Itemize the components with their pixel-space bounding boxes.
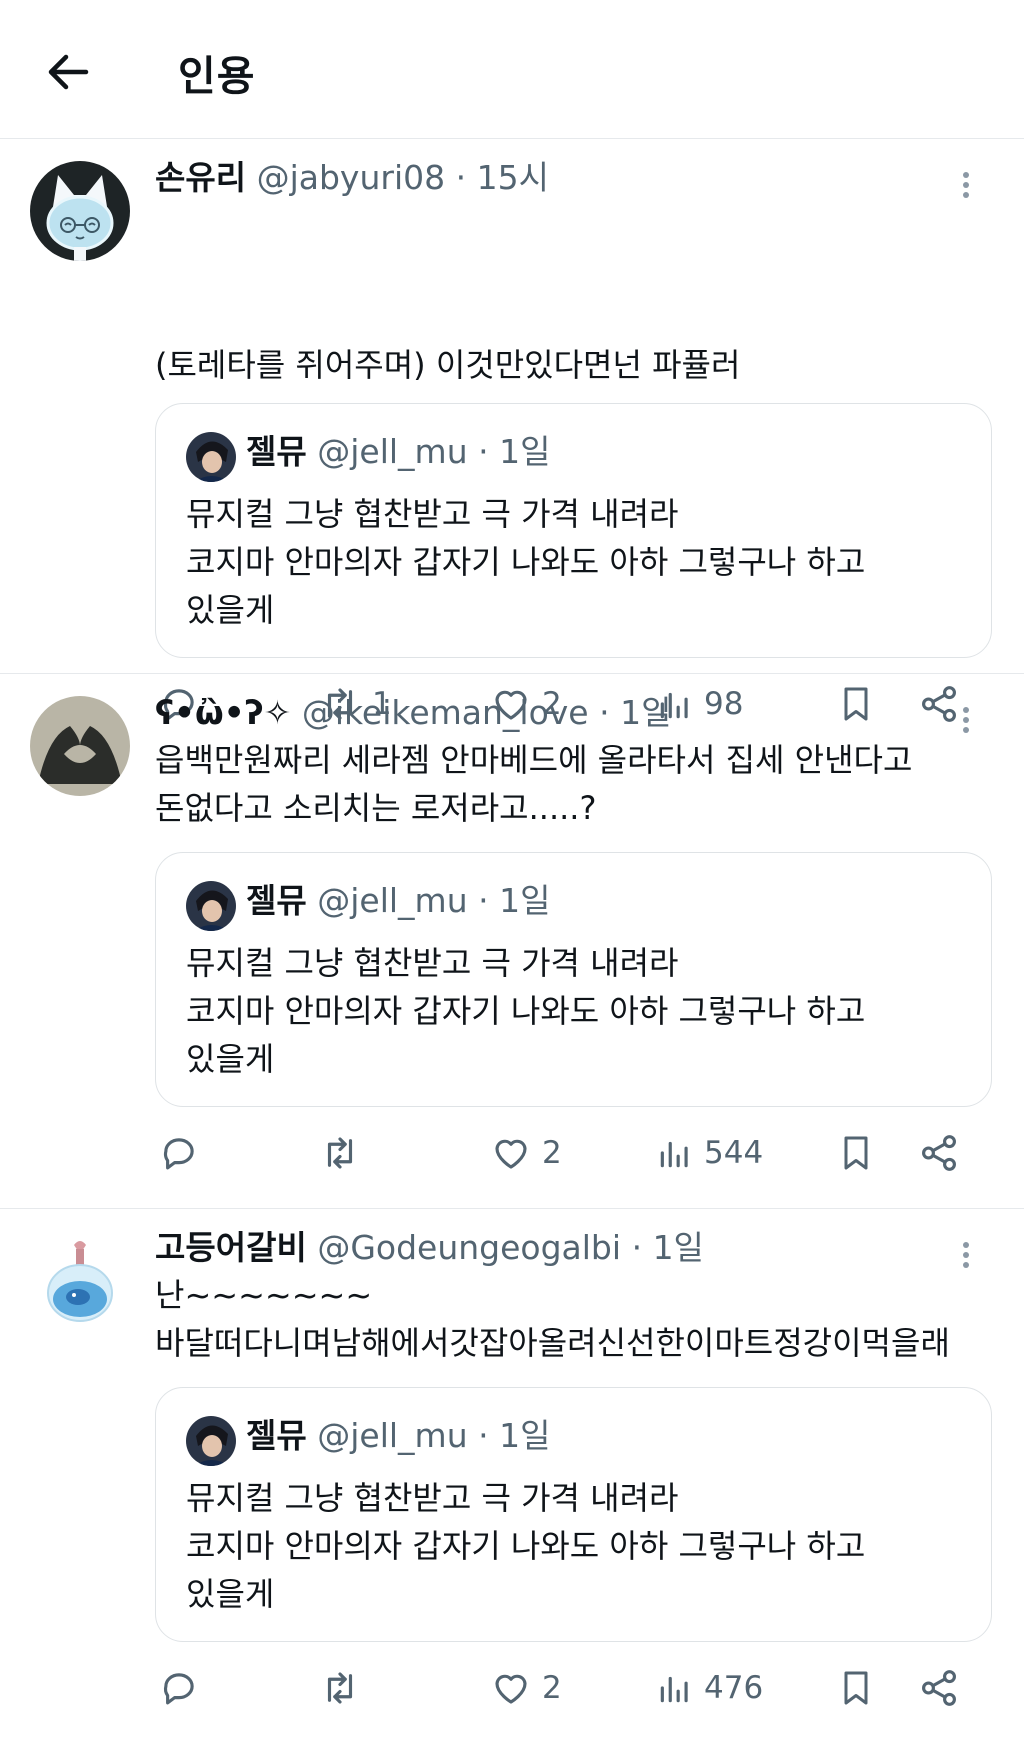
more-icon[interactable] <box>956 1239 976 1275</box>
tweet[interactable]: 고등어갈비 @Godeungeogalbi · 1일 난~~~~~~~ 바달떠다… <box>0 1209 1024 1743</box>
action-bar: 2 544 <box>158 1128 978 1178</box>
quote-author-handle: @jell_mu <box>317 432 468 471</box>
quoted-tweet[interactable]: 젤뮤 @jell_mu · 1일 뮤지컬 그냥 협찬받고 극 가격 내려라 코지… <box>155 1387 992 1642</box>
views-icon <box>660 1676 688 1703</box>
separator-dot: · <box>478 1416 489 1455</box>
retweet-button[interactable] <box>318 1663 372 1713</box>
like-count: 2 <box>542 1135 562 1171</box>
views-count: 476 <box>704 1670 764 1706</box>
quote-avatar <box>186 881 236 931</box>
reply-icon <box>163 1138 194 1170</box>
author-name[interactable]: 손유리 <box>155 158 246 197</box>
separator-dot: · <box>478 432 489 471</box>
arrow-left-icon[interactable] <box>44 48 92 96</box>
quote-header: 젤뮤 @jell_mu · 1일 <box>246 1415 550 1457</box>
action-bar: 2 476 <box>158 1663 978 1713</box>
reply-button[interactable] <box>158 1128 200 1178</box>
quote-author-name: 젤뮤 <box>246 881 307 920</box>
bookmark-icon <box>844 1136 868 1170</box>
retweet-icon <box>327 1137 353 1169</box>
quote-text: 뮤지컬 그냥 협찬받고 극 가격 내려라 코지마 안마의자 갑자기 나와도 아하… <box>186 1479 866 1613</box>
share-button[interactable] <box>918 1128 960 1178</box>
more-icon[interactable] <box>956 169 976 205</box>
like-button[interactable]: 2 <box>490 1663 562 1713</box>
quote-time: 1일 <box>499 432 551 471</box>
author-handle[interactable]: @Godeungeogalbi <box>317 1228 621 1267</box>
quote-author-handle: @jell_mu <box>317 1416 468 1455</box>
quote-header: 젤뮤 @jell_mu · 1일 <box>246 431 550 473</box>
reply-button[interactable] <box>158 1663 200 1713</box>
quoted-tweet[interactable]: 젤뮤 @jell_mu · 1일 뮤지컬 그냥 협찬받고 극 가격 내려라 코지… <box>155 403 992 658</box>
like-button[interactable]: 2 <box>490 1128 562 1178</box>
retweet-button[interactable] <box>318 1128 372 1178</box>
quote-author-name: 젤뮤 <box>246 1416 307 1455</box>
author-handle[interactable]: @ikeikeman_love <box>302 693 589 732</box>
share-button[interactable] <box>918 1663 960 1713</box>
quote-author-handle: @jell_mu <box>317 881 468 920</box>
tweet-header: 손유리 @jabyuri08 · 15시 <box>155 158 549 198</box>
tweet-text: 난~~~~~~~ 바달떠다니며남해에서갓잡아올려신선한이마트정강이먹을래 <box>155 1276 950 1362</box>
tweet[interactable]: ʕ•ὢ•ʔ✧ @ikeikeman_love · 1일 읍백만원짜리 세라젬 안… <box>0 674 1024 1209</box>
separator-dot: · <box>599 693 610 732</box>
bookmark-button[interactable] <box>836 1128 876 1178</box>
separator-dot: · <box>478 881 489 920</box>
views-button[interactable]: 544 <box>656 1128 763 1178</box>
tweet-time[interactable]: 15시 <box>477 158 549 197</box>
quote-author-name: 젤뮤 <box>246 432 307 471</box>
like-count: 2 <box>542 1670 562 1706</box>
avatar[interactable] <box>30 696 130 796</box>
tweet-time[interactable]: 1일 <box>620 693 671 732</box>
page-title: 인용 <box>178 52 256 100</box>
views-button[interactable]: 476 <box>656 1663 763 1713</box>
tweet[interactable]: 손유리 @jabyuri08 · 15시 (토레타를 쥐어주며) 이것만있다면넌… <box>0 139 1024 722</box>
separator-dot: · <box>631 1228 643 1267</box>
author-name[interactable]: ʕ•ὢ•ʔ✧ <box>155 693 291 732</box>
bookmark-button[interactable] <box>836 1663 876 1713</box>
tweet-header: 고등어갈비 @Godeungeogalbi · 1일 <box>155 1228 704 1268</box>
bookmark-icon <box>844 1671 868 1705</box>
heart-icon <box>495 1674 527 1704</box>
share-icon <box>922 1135 956 1171</box>
views-count: 544 <box>704 1135 764 1171</box>
top-bar: 인용 <box>0 0 1024 139</box>
heart-icon <box>495 1139 527 1169</box>
quote-text: 뮤지컬 그냥 협찬받고 극 가격 내려라 코지마 안마의자 갑자기 나와도 아하… <box>186 944 866 1078</box>
quoted-tweet[interactable]: 젤뮤 @jell_mu · 1일 뮤지컬 그냥 협찬받고 극 가격 내려라 코지… <box>155 852 992 1107</box>
author-handle[interactable]: @jabyuri08 <box>257 158 446 197</box>
quote-time: 1일 <box>499 1416 551 1455</box>
quote-header: 젤뮤 @jell_mu · 1일 <box>246 880 550 922</box>
share-icon <box>922 1670 956 1706</box>
separator-dot: · <box>455 158 467 197</box>
quote-avatar <box>186 1416 236 1466</box>
quote-time: 1일 <box>499 881 551 920</box>
retweet-icon <box>327 1672 353 1704</box>
avatar[interactable] <box>30 161 130 261</box>
quote-avatar <box>186 432 236 482</box>
views-icon <box>660 1141 688 1168</box>
tweet-text: 읍백만원짜리 세라젬 안마베드에 올라타서 집세 안낸다고 돈없다고 소리치는 … <box>155 741 913 827</box>
author-name[interactable]: 고등어갈비 <box>155 1228 307 1267</box>
quote-text: 뮤지컬 그냥 협찬받고 극 가격 내려라 코지마 안마의자 갑자기 나와도 아하… <box>186 495 866 629</box>
more-icon[interactable] <box>956 704 976 740</box>
tweet-text: (토레타를 쥐어주며) 이것만있다면넌 파퓰러 <box>155 346 741 384</box>
avatar[interactable] <box>30 1231 130 1331</box>
tweet-time[interactable]: 1일 <box>653 1228 704 1267</box>
reply-icon <box>163 1673 194 1705</box>
tweet-header: ʕ•ὢ•ʔ✧ @ikeikeman_love · 1일 <box>155 693 671 733</box>
